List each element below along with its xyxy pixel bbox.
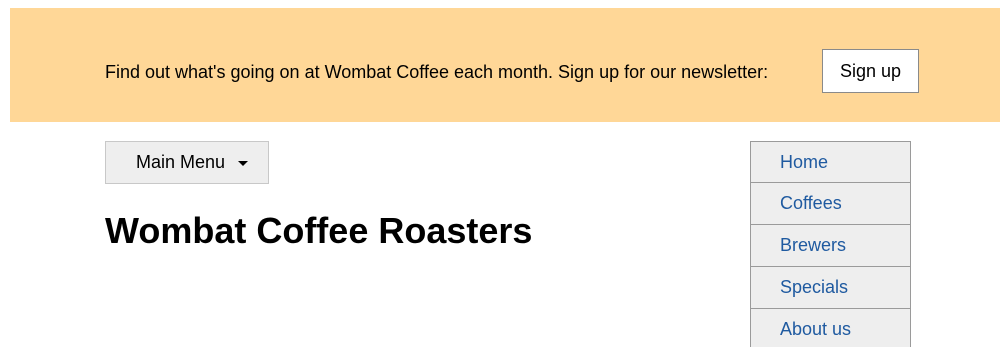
nav-item-about-us[interactable]: About us [750, 309, 911, 347]
nav-item-specials[interactable]: Specials [750, 267, 911, 309]
nav-link-coffees[interactable]: Coffees [780, 183, 842, 224]
newsletter-banner: Find out what's going on at Wombat Coffe… [10, 8, 1000, 122]
nav-link-home[interactable]: Home [780, 142, 828, 183]
page: Find out what's going on at Wombat Coffe… [0, 0, 1000, 347]
nav-link-about-us[interactable]: About us [780, 309, 851, 347]
main-menu-label: Main Menu [136, 152, 226, 172]
nav-item-home[interactable]: Home [750, 141, 911, 183]
side-nav: Home Coffees Brewers Specials About us [750, 141, 911, 347]
page-title: Wombat Coffee Roasters [105, 210, 533, 251]
main-menu-button[interactable]: Main Menu [105, 141, 269, 184]
nav-item-coffees[interactable]: Coffees [750, 183, 911, 225]
nav-link-brewers[interactable]: Brewers [780, 225, 846, 266]
newsletter-text: Find out what's going on at Wombat Coffe… [105, 62, 769, 82]
nav-item-brewers[interactable]: Brewers [750, 225, 911, 267]
caret-down-icon [238, 161, 248, 166]
sign-up-button[interactable]: Sign up [822, 49, 919, 93]
nav-link-specials[interactable]: Specials [780, 267, 848, 308]
